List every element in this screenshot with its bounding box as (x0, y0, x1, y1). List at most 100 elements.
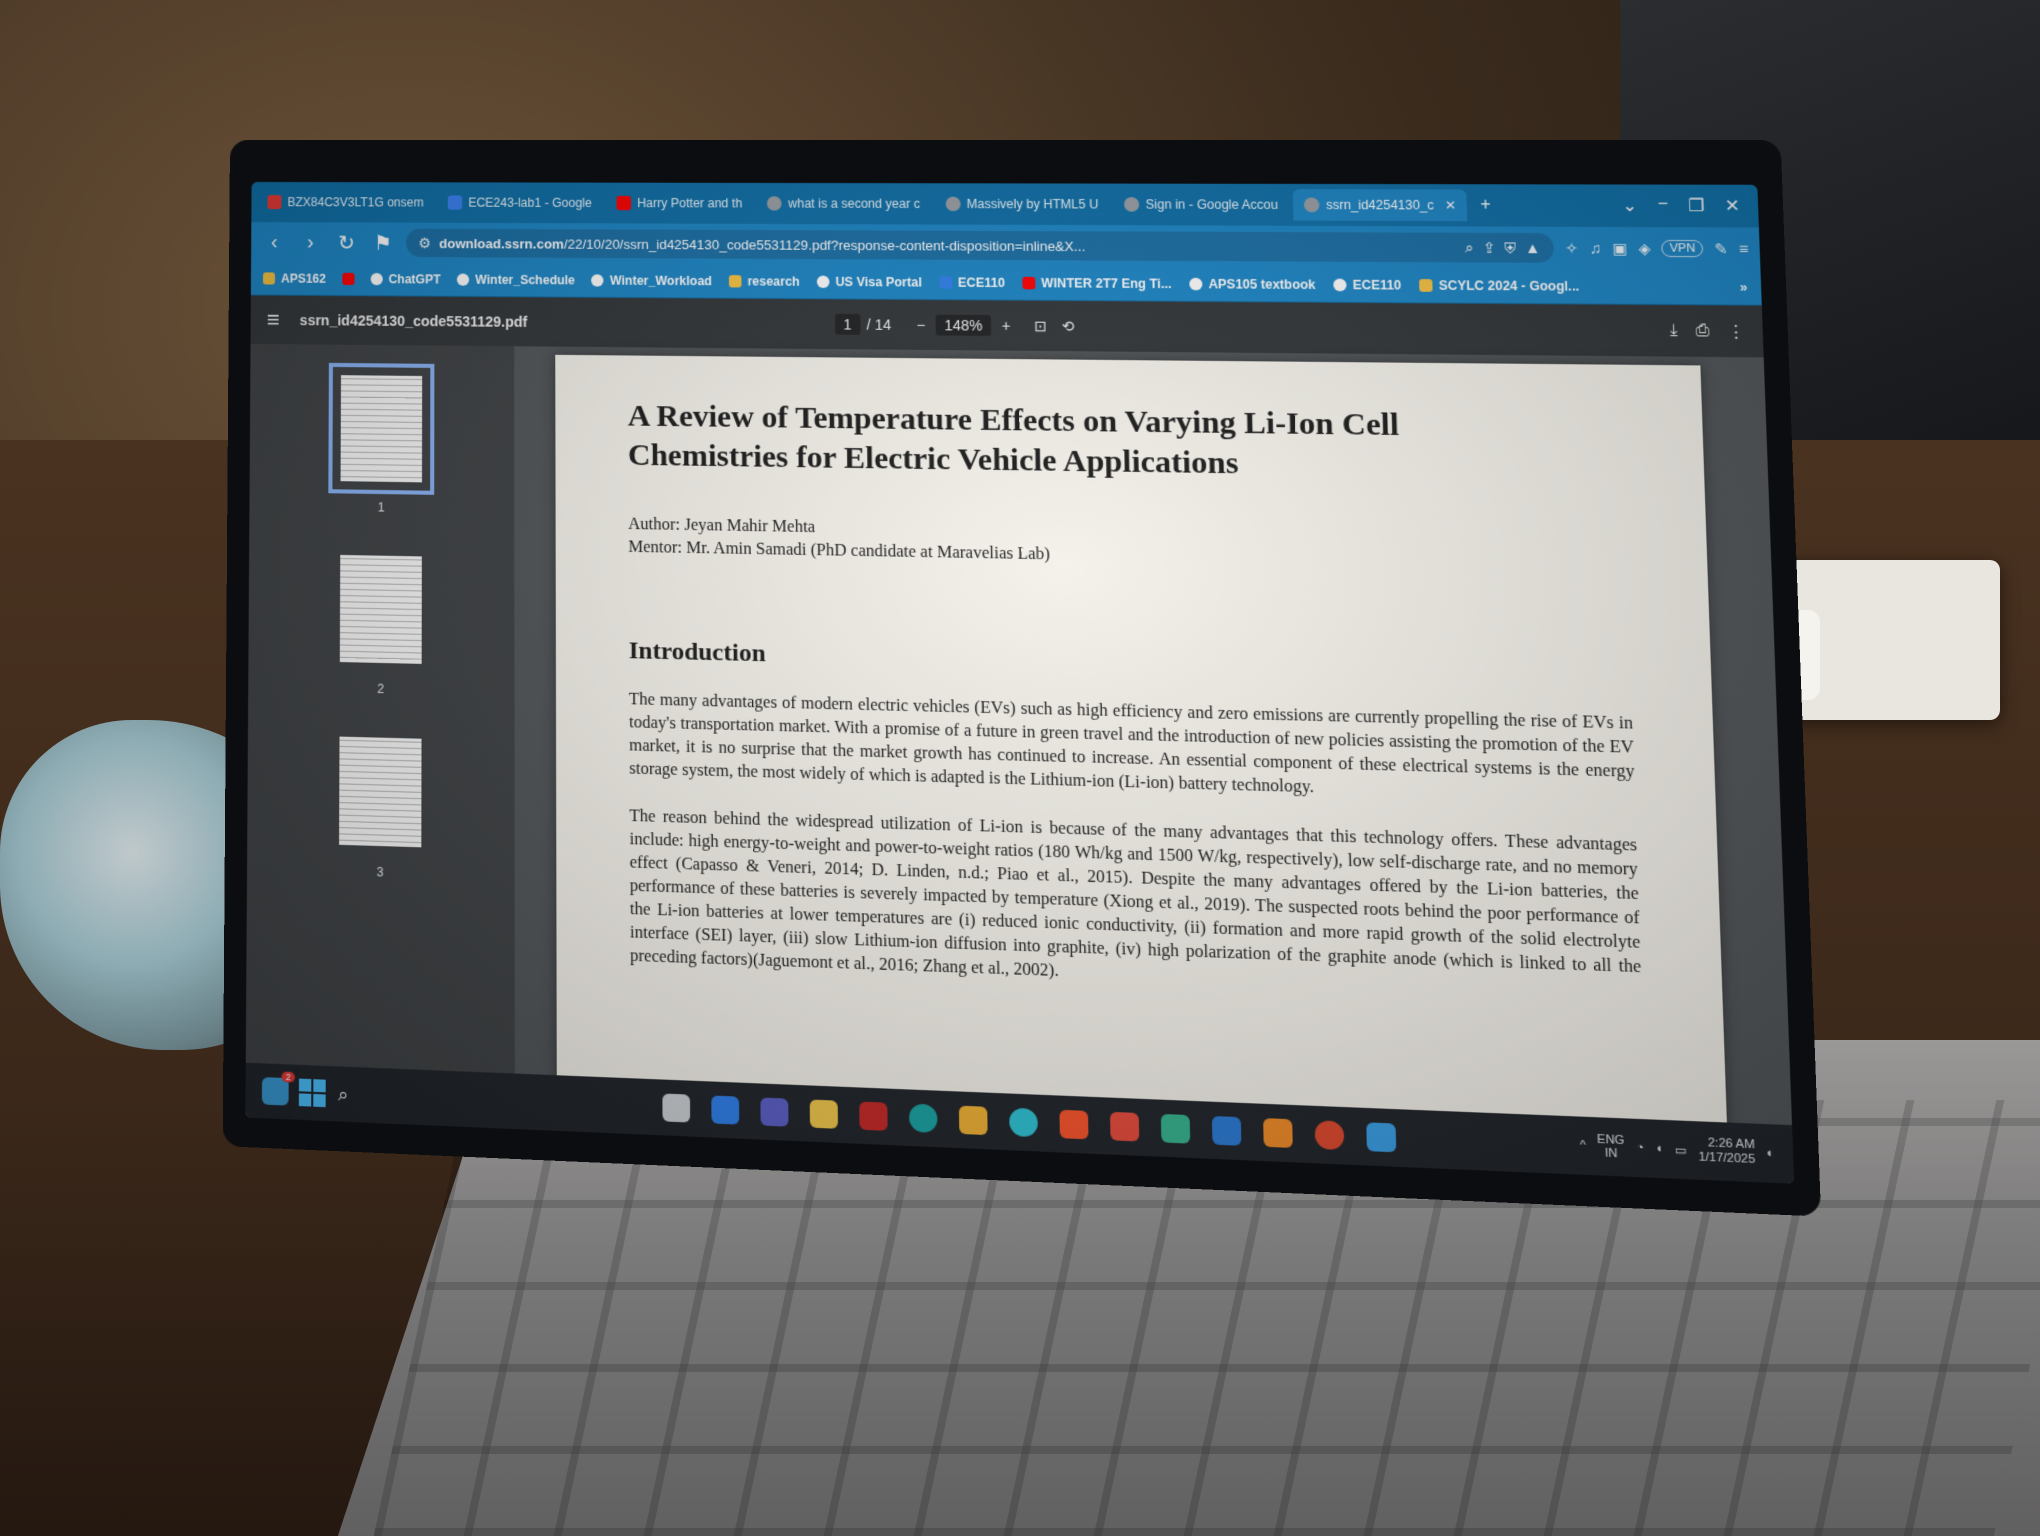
tab-pdf-datasheet[interactable]: BZX84C3V3LT1G onsem (257, 187, 433, 218)
teams-icon[interactable] (760, 1097, 789, 1127)
bookmark-youtube[interactable] (342, 272, 355, 286)
file-explorer-icon[interactable] (959, 1105, 988, 1136)
tab-google-docs[interactable]: ECE243-lab1 - Google (438, 187, 602, 218)
fit-page-icon[interactable]: ⊡ (1034, 317, 1047, 335)
language-indicator[interactable]: ENG IN (1597, 1133, 1625, 1161)
page-thumbnail[interactable] (328, 362, 435, 495)
tab-google-signin[interactable]: Sign in - Google Accou (1113, 189, 1289, 221)
app-icon[interactable] (1366, 1122, 1397, 1153)
url-text[interactable]: download.ssrn.com/22/10/20/ssrn_id425413… (439, 235, 1456, 255)
bookmark-chatgpt[interactable]: ChatGPT (370, 272, 441, 287)
bookmark-aps162[interactable]: APS162 (262, 271, 326, 286)
sidebar-icon[interactable]: ▣ (1612, 239, 1627, 257)
bookmark-winter-schedule[interactable]: Winter_Schedule (456, 272, 575, 287)
store-icon[interactable] (809, 1099, 839, 1129)
zoom-icon[interactable]: ⌕ (1465, 239, 1474, 257)
vpn-button[interactable]: VPN (1661, 239, 1704, 258)
edit-icon[interactable]: ✎ (1714, 240, 1728, 258)
zoom-controls: − 148% + (916, 314, 1011, 337)
page-thumbnail[interactable] (326, 723, 434, 861)
thumbnail-item[interactable]: 1 (328, 362, 435, 516)
bookmark-research[interactable]: research (728, 274, 800, 289)
app-icon[interactable] (1263, 1118, 1293, 1148)
site-info-icon[interactable]: ⚙ (418, 234, 431, 251)
copilot-icon[interactable] (711, 1095, 740, 1125)
bookmark-winter-eng[interactable]: WINTER 2T7 Eng Ti... (1021, 276, 1172, 291)
brave-icon[interactable] (1059, 1109, 1089, 1140)
task-view-icon[interactable] (662, 1093, 691, 1123)
hamburger-menu-icon[interactable]: ≡ (267, 307, 280, 333)
paragraph: The many advantages of modern electric v… (628, 690, 1635, 798)
close-window-icon[interactable]: ✕ (1715, 195, 1749, 216)
share-icon[interactable]: ⇪ (1482, 239, 1496, 257)
search-icon[interactable]: ⌕ (338, 1083, 349, 1106)
pdf-view-tools: ⊡ ⟲ (1034, 317, 1075, 335)
zoom-out-button[interactable]: − (916, 317, 925, 334)
folder-icon (728, 275, 742, 288)
app-icon[interactable] (1314, 1120, 1345, 1151)
rewards-icon[interactable]: ▲ (1525, 239, 1541, 256)
bookmark-ece110-2[interactable]: ECE110 (1332, 278, 1402, 293)
rotate-icon[interactable]: ⟲ (1061, 317, 1074, 335)
thumbnail-sidebar: 1 2 3 (245, 343, 515, 1131)
paragraph: The reason behind the widespread utiliza… (629, 806, 1642, 981)
link-icon (816, 275, 830, 289)
notes-icon[interactable] (1160, 1113, 1191, 1144)
page-thumbnail[interactable] (327, 542, 435, 677)
cortana-icon[interactable] (1009, 1107, 1039, 1138)
menu-icon[interactable]: ≡ (1739, 240, 1749, 257)
chevron-up-icon[interactable]: ^ (1580, 1139, 1586, 1153)
volume-icon[interactable]: ◖ (1655, 1142, 1663, 1156)
bookmark-ece110[interactable]: ECE110 (938, 275, 1005, 290)
close-tab-icon[interactable]: ✕ (1445, 198, 1457, 213)
clock[interactable]: 2:26 AM 1/17/2025 (1698, 1136, 1756, 1168)
widgets-icon[interactable]: 2 (261, 1071, 295, 1106)
minimize-icon[interactable]: − (1648, 195, 1677, 216)
media-icon[interactable]: ♫ (1589, 240, 1601, 257)
chatgpt-icon (370, 273, 383, 286)
mcafee-icon[interactable] (859, 1101, 888, 1131)
notification-bell-icon[interactable]: ◐ (1766, 1147, 1774, 1161)
web-icon (1304, 197, 1320, 213)
forward-icon[interactable]: › (297, 231, 323, 254)
bookmark-aps105-textbook[interactable]: APS105 textbook (1188, 277, 1316, 292)
paper-meta: Author: Jeyan Mahir Mehta Mentor: Mr. Am… (628, 513, 1628, 576)
download-icon[interactable]: ⤓ (1670, 321, 1678, 340)
edge-icon[interactable] (909, 1103, 938, 1133)
tab-search-icon[interactable]: ⌄ (1613, 195, 1647, 216)
zoom-level-input[interactable]: 148% (935, 314, 992, 336)
page-number-input[interactable]: 1 (834, 313, 861, 335)
window-controls: ⌄ − ❐ ✕ (1613, 195, 1759, 217)
bookmarks-overflow-icon[interactable]: » (1740, 280, 1748, 295)
bookmark-icon[interactable]: ⚑ (370, 230, 396, 255)
zoom-in-button[interactable]: + (1002, 317, 1011, 334)
start-icon[interactable] (298, 1078, 326, 1108)
reload-icon[interactable]: ↻ (333, 230, 359, 255)
battery-icon[interactable]: ▭ (1674, 1142, 1686, 1157)
docs-icon (447, 195, 463, 210)
tab-massively[interactable]: Massively by HTML5 U (935, 188, 1110, 220)
app-icon[interactable] (1110, 1111, 1140, 1142)
address-bar[interactable]: ⚙ download.ssrn.com/22/10/20/ssrn_id4254… (406, 228, 1555, 263)
tab-google-search[interactable]: what is a second year c (757, 188, 931, 219)
print-icon[interactable]: ⎙ (1695, 321, 1709, 340)
tab-ssrn-pdf[interactable]: ssrn_id4254130_c ✕ (1292, 189, 1468, 222)
web-icon (456, 273, 470, 286)
restore-icon[interactable]: ❐ (1679, 195, 1714, 216)
section-heading: Introduction (628, 637, 766, 668)
wallet-icon[interactable]: ◈ (1638, 239, 1651, 257)
thumbnail-item[interactable]: 3 (326, 723, 434, 881)
new-tab-button[interactable]: + (1471, 196, 1500, 215)
vscode-icon[interactable] (1211, 1115, 1242, 1146)
back-icon[interactable]: ‹ (261, 231, 287, 254)
thumbnail-item[interactable]: 2 (327, 542, 435, 697)
brave-shield-icon[interactable]: ⛨ (1504, 239, 1516, 257)
more-options-icon[interactable]: ⋮ (1727, 322, 1745, 341)
web-icon (938, 276, 952, 289)
extensions-icon[interactable]: ✧ (1565, 239, 1579, 257)
bookmark-scylc[interactable]: SCYLC 2024 - Googl... (1418, 278, 1579, 294)
tab-youtube[interactable]: Harry Potter and th (606, 188, 753, 219)
bookmark-us-visa-portal[interactable]: US Visa Portal (816, 275, 922, 290)
wifi-icon[interactable]: ◔ (1636, 1141, 1644, 1155)
bookmark-winter-workload[interactable]: Winter_Workload (591, 273, 712, 288)
